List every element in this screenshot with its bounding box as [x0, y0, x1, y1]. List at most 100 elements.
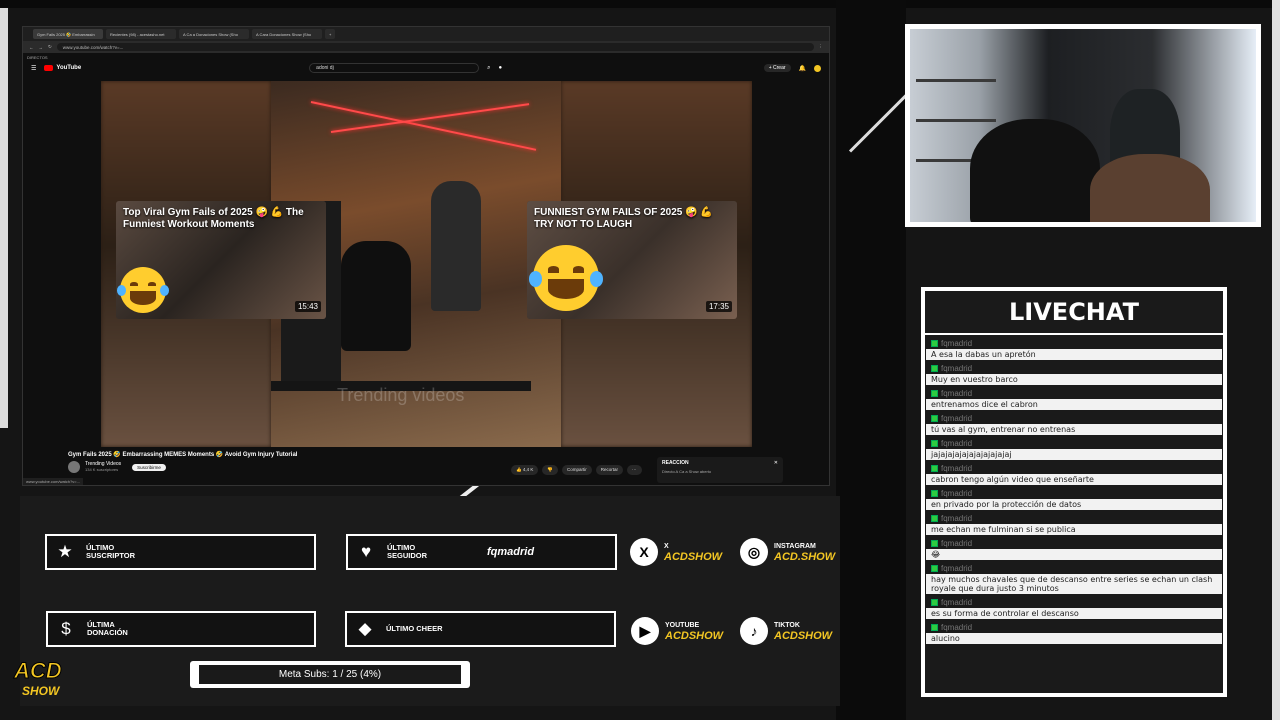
- browser-window: Gym Fails 2025 🤣 Embarrassin Recientes (…: [22, 26, 830, 486]
- chat-username-row: fqmadrid: [926, 537, 1222, 549]
- browser-tab[interactable]: A Cara Donaciones Show (Sho: [252, 29, 322, 39]
- new-tab-button[interactable]: +: [325, 29, 335, 39]
- chat-message: fqmadrid me echan me fulminan si se publi…: [926, 512, 1222, 535]
- chat-username-row: fqmadrid: [926, 562, 1222, 574]
- url-input[interactable]: www.youtube.com/watch?v=...: [56, 43, 814, 51]
- star-icon: ★: [57, 542, 73, 561]
- chat-message-text: 😂: [926, 549, 1222, 560]
- youtube-icon: ▶: [631, 617, 659, 645]
- mic-icon[interactable]: ●: [499, 65, 503, 71]
- webcam-frame: [905, 24, 1261, 227]
- chat-username: fqmadrid: [941, 563, 973, 573]
- extensions-icon[interactable]: ⋮: [819, 44, 824, 50]
- more-button[interactable]: ···: [627, 465, 642, 475]
- shelf: [916, 79, 996, 82]
- latest-subscriber-label: ÚLTIMO SUSCRIPTOR: [86, 543, 136, 560]
- chat-badge-icon: [931, 623, 938, 631]
- browser-tab[interactable]: A Ca a Donaciones Show (Sho: [179, 29, 249, 39]
- subscriber-count: 134 K suscriptores: [85, 467, 119, 472]
- like-count: 4,4 K: [522, 467, 534, 472]
- reload-icon[interactable]: ↻: [48, 44, 52, 50]
- bookmarks-bar: DIRECTOS: [23, 53, 829, 61]
- gym-person: [341, 241, 411, 351]
- laughing-emoji-icon: [117, 267, 169, 313]
- logo-line-2: SHOW: [22, 684, 60, 698]
- chat-username-row: fqmadrid: [926, 337, 1222, 349]
- card-title: FUNNIEST GYM FAILS OF 2025 🤪 💪 TRY NOT T…: [534, 207, 713, 230]
- bookmark-item[interactable]: DIRECTOS: [27, 55, 48, 60]
- diamond-icon: ◆: [358, 619, 372, 638]
- chat-username-row: fqmadrid: [926, 621, 1222, 633]
- chat-message: fqmadrid es su forma de controlar el desc…: [926, 596, 1222, 619]
- chat-message: fqmadrid cabron tengo algún video que ens…: [926, 462, 1222, 485]
- chat-username-row: fqmadrid: [926, 462, 1222, 474]
- address-bar-row: ← → ↻ www.youtube.com/watch?v=... ⋮: [23, 41, 829, 53]
- browser-tab[interactable]: Recientes (98) - acestasho.net: [106, 29, 176, 39]
- channel-avatar[interactable]: [68, 461, 80, 473]
- social-handle: ACDSHOW: [665, 630, 724, 642]
- chat-badge-icon: [931, 439, 938, 447]
- clip-button[interactable]: Recortar: [595, 465, 624, 475]
- chat-username-row: fqmadrid: [926, 596, 1222, 608]
- chat-username-row: fqmadrid: [926, 437, 1222, 449]
- chat-badge-icon: [931, 564, 938, 572]
- latest-subscriber-box: ★ ÚLTIMO SUSCRIPTOR: [45, 534, 316, 570]
- chat-message-text: es su forma de controlar el descanso: [926, 608, 1222, 619]
- chat-message: fqmadrid Muy en vuestro barco: [926, 362, 1222, 385]
- forward-icon[interactable]: →: [39, 45, 44, 50]
- instagram-icon: ◎: [740, 538, 768, 566]
- chat-message: fqmadrid tú vas al gym, entrenar no entre…: [926, 412, 1222, 435]
- browser-tab[interactable]: Gym Fails 2025 🤣 Embarrassin: [33, 29, 103, 39]
- youtube-logo-text: YouTube: [56, 65, 82, 71]
- video-title: Gym Fails 2025 🤣 Embarrassing MEMES Mome…: [68, 452, 298, 458]
- chat-badge-icon: [931, 464, 938, 472]
- avatar[interactable]: [814, 64, 821, 72]
- create-button[interactable]: + Crear: [763, 64, 791, 72]
- reaction-panel: REACCION Directo A Ca a Show aberto ✕: [657, 457, 783, 483]
- streamer-person: [970, 119, 1100, 222]
- chat-message-text: alucino: [926, 633, 1222, 644]
- social-tiktok: ♪ TIKTOK ACDSHOW: [740, 617, 832, 645]
- like-button[interactable]: 👍 4,4 K: [511, 465, 539, 475]
- dislike-button[interactable]: 👎: [542, 465, 558, 475]
- chat-username: fqmadrid: [941, 513, 973, 523]
- backdrop-white-edge: [0, 8, 8, 428]
- card-duration: 15:43: [294, 301, 321, 312]
- card-title: Top Viral Gym Fails of 2025 🤪 💪 The Funn…: [123, 207, 304, 230]
- x-icon: X: [630, 538, 658, 566]
- latest-cheer-label: ÚLTIMO CHEER: [386, 624, 443, 633]
- chat-badge-icon: [931, 364, 938, 372]
- back-icon[interactable]: ←: [29, 45, 34, 50]
- endscreen-card-1[interactable]: Top Viral Gym Fails of 2025 🤪 💪 The Funn…: [116, 201, 326, 319]
- video-player[interactable]: Trending videos Top Viral Gym Fails of 2…: [101, 81, 752, 447]
- chat-username: fqmadrid: [941, 388, 973, 398]
- chat-badge-icon: [931, 539, 938, 547]
- laughing-emoji-icon: [529, 245, 603, 311]
- reaction-subtitle: Directo A Ca a Show aberto: [662, 469, 712, 474]
- search-icon[interactable]: ⌕: [487, 65, 490, 72]
- chat-message-text: cabron tengo algún video que enseñarte: [926, 474, 1222, 485]
- chat-message: fqmadrid alucino: [926, 621, 1222, 644]
- chat-message-text: me echan me fulminan si se publica: [926, 524, 1222, 535]
- social-instagram: ◎ INSTAGRAM ACD.SHOW: [740, 538, 835, 566]
- youtube-logo[interactable]: YouTube: [44, 65, 81, 71]
- chat-username: fqmadrid: [941, 363, 973, 373]
- subscribe-button[interactable]: Suscribirme: [132, 463, 166, 471]
- share-button[interactable]: Compartir: [561, 465, 592, 475]
- chat-username-row: fqmadrid: [926, 387, 1222, 399]
- menu-icon[interactable]: ☰: [31, 65, 36, 72]
- tab-bar: Gym Fails 2025 🤣 Embarrassin Recientes (…: [23, 27, 829, 41]
- shelf: [916, 119, 996, 122]
- bell-icon[interactable]: 🔔: [799, 65, 806, 72]
- endscreen-card-2[interactable]: FUNNIEST GYM FAILS OF 2025 🤪 💪 TRY NOT T…: [527, 201, 737, 319]
- card-duration: 17:35: [705, 301, 732, 312]
- social-handle: ACD.SHOW: [774, 551, 836, 563]
- chat-username: fqmadrid: [941, 538, 973, 548]
- search-input[interactable]: adoni dj: [309, 63, 480, 73]
- chat-message: fqmadrid entrenamos dice el cabron: [926, 387, 1222, 410]
- latest-follower-label: ÚLTIMO SEGUIDOR: [387, 543, 428, 560]
- livechat-title: LIVECHAT: [925, 291, 1223, 335]
- chat-message-text: Muy en vuestro barco: [926, 374, 1222, 385]
- close-icon[interactable]: ✕: [774, 460, 778, 466]
- chat-username-row: fqmadrid: [926, 512, 1222, 524]
